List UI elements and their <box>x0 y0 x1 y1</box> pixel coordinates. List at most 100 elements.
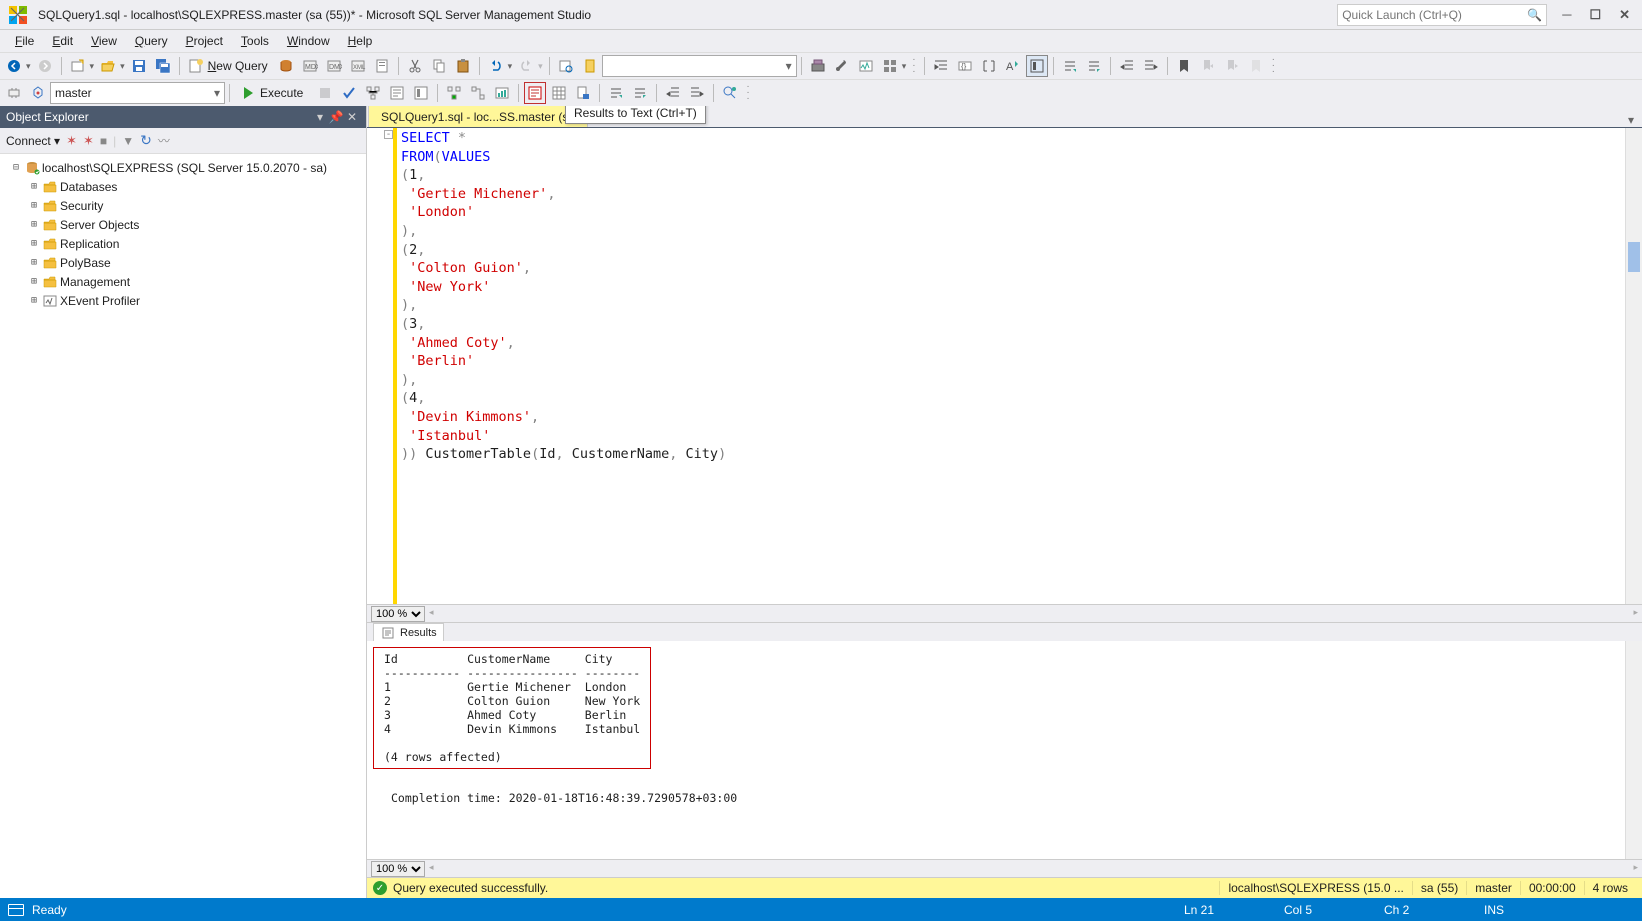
indent-button[interactable] <box>930 55 952 77</box>
tree-item-security[interactable]: ⊞Security <box>0 196 366 215</box>
new-project-button[interactable] <box>67 55 89 77</box>
clear-bookmarks-button[interactable] <box>1245 55 1267 77</box>
instance-button[interactable] <box>27 82 49 104</box>
menu-view[interactable]: View <box>82 30 126 52</box>
menu-edit[interactable]: Edit <box>43 30 82 52</box>
next-bookmark-button[interactable] <box>1221 55 1243 77</box>
copy-button[interactable] <box>428 55 450 77</box>
quick-launch-box[interactable]: 🔍 <box>1337 4 1547 26</box>
bookmark-button[interactable] <box>1173 55 1195 77</box>
surround-button[interactable] <box>978 55 1000 77</box>
decrease-indent-button[interactable] <box>1116 55 1138 77</box>
window-position-icon[interactable]: ▾ <box>312 110 328 124</box>
prev-bookmark-button[interactable] <box>1197 55 1219 77</box>
close-button[interactable]: ✕ <box>1619 7 1630 23</box>
properties-button[interactable] <box>579 55 601 77</box>
new-query-button[interactable]: New Query <box>184 55 274 77</box>
query-options-button[interactable] <box>386 82 408 104</box>
results-scrollbar[interactable] <box>1625 641 1642 859</box>
results-to-grid-button[interactable] <box>548 82 570 104</box>
save-button[interactable] <box>128 55 150 77</box>
registered-servers-button[interactable] <box>807 55 829 77</box>
uncomment-selection-button[interactable] <box>629 82 651 104</box>
tab-dropdown-icon[interactable]: ▾ <box>1620 113 1642 127</box>
horizontal-scroll-results[interactable]: ◂▸ <box>429 864 1638 874</box>
comment-selection-button[interactable] <box>605 82 627 104</box>
stop-icon[interactable]: ■ <box>100 134 107 148</box>
pulse-icon[interactable]: 〰 <box>158 132 170 149</box>
undo-button[interactable] <box>485 55 507 77</box>
menu-query[interactable]: Query <box>126 30 177 52</box>
menu-help[interactable]: Help <box>339 30 382 52</box>
menu-project[interactable]: Project <box>177 30 232 52</box>
xmla-query-button[interactable]: XML <box>347 55 369 77</box>
dropdown-icon[interactable]: ▾ <box>536 61 545 72</box>
zoom-combo[interactable]: 100 % <box>371 606 425 622</box>
decrease-indent-button-2[interactable] <box>662 82 684 104</box>
redo-button[interactable] <box>515 55 537 77</box>
tree-root[interactable]: ⊟ localhost\SQLEXPRESS (SQL Server 15.0.… <box>0 158 366 177</box>
format-button[interactable]: A <box>1002 55 1024 77</box>
dropdown-icon[interactable]: ▾ <box>118 61 127 72</box>
client-stats-button[interactable] <box>491 82 513 104</box>
expand-icon[interactable]: ⊞ <box>28 181 40 192</box>
code-snip-button[interactable]: {} <box>954 55 976 77</box>
collapse-region-icon[interactable]: - <box>384 130 393 139</box>
tree-item-xevent-profiler[interactable]: ⊞XEvent Profiler <box>0 291 366 310</box>
editor-scrollbar[interactable] <box>1625 128 1642 604</box>
pin-icon[interactable]: 📌 <box>328 110 344 124</box>
tree-item-replication[interactable]: ⊞Replication <box>0 234 366 253</box>
dropdown-icon[interactable]: ▾ <box>24 61 33 72</box>
disconnect-icon[interactable]: ✶ <box>66 133 77 149</box>
nav-back-button[interactable] <box>3 55 25 77</box>
uncomment-button[interactable] <box>1083 55 1105 77</box>
results-text-area[interactable]: Id CustomerName City ----------- -------… <box>367 641 1625 859</box>
expand-icon[interactable]: ⊞ <box>28 257 40 268</box>
refresh-icon[interactable]: ↻ <box>140 132 152 149</box>
expand-icon[interactable]: ⊞ <box>28 295 40 306</box>
parse-button[interactable] <box>338 82 360 104</box>
results-tab[interactable]: Results <box>373 623 444 641</box>
specify-values-button[interactable] <box>719 82 741 104</box>
include-plan-button[interactable] <box>443 82 465 104</box>
quick-launch-input[interactable] <box>1342 8 1527 22</box>
disconnect-all-icon[interactable]: ✶ <box>83 133 94 149</box>
connect-dropdown[interactable]: Connect ▾ <box>6 134 60 148</box>
stop-button[interactable] <box>314 82 336 104</box>
cut-button[interactable] <box>404 55 426 77</box>
analysis-query-button[interactable]: MDX <box>299 55 321 77</box>
expand-icon[interactable]: ⊞ <box>28 238 40 249</box>
dropdown-icon[interactable]: ▾ <box>88 61 97 72</box>
filter-icon[interactable]: ▼ <box>122 134 134 148</box>
menu-window[interactable]: Window <box>278 30 339 52</box>
zoom-combo-results[interactable]: 100 % <box>371 861 425 877</box>
solution-combo[interactable]: ▾ <box>602 55 797 77</box>
comment-button[interactable] <box>1059 55 1081 77</box>
dropdown-icon[interactable]: ▾ <box>506 61 515 72</box>
dmx-query-button[interactable]: DMX <box>323 55 345 77</box>
close-panel-icon[interactable]: ✕ <box>344 110 360 124</box>
increase-indent-button[interactable] <box>1140 55 1162 77</box>
tree-item-databases[interactable]: ⊞Databases <box>0 177 366 196</box>
increase-indent-button-2[interactable] <box>686 82 708 104</box>
toggle-outlining-button[interactable] <box>1026 55 1048 77</box>
intellisense-button[interactable] <box>410 82 432 104</box>
live-stats-button[interactable] <box>467 82 489 104</box>
results-to-file-button[interactable] <box>572 82 594 104</box>
expand-icon[interactable]: ⊞ <box>28 200 40 211</box>
maximize-button[interactable]: ☐ <box>1589 7 1601 23</box>
display-plan-button[interactable] <box>362 82 384 104</box>
tree-item-management[interactable]: ⊞Management <box>0 272 366 291</box>
expand-icon[interactable]: ⊞ <box>28 219 40 230</box>
execute-button[interactable]: Execute <box>235 82 312 104</box>
db-engine-query-button[interactable] <box>275 55 297 77</box>
sql-editor[interactable]: ↕ - SELECT * FROM(VALUES (1, 'Gertie Mic… <box>367 128 1642 604</box>
menu-tools[interactable]: Tools <box>232 30 278 52</box>
views-button[interactable] <box>879 55 901 77</box>
tree-item-polybase[interactable]: ⊞PolyBase <box>0 253 366 272</box>
menu-file[interactable]: File <box>6 30 43 52</box>
paste-button[interactable] <box>452 55 474 77</box>
find-button[interactable] <box>555 55 577 77</box>
horizontal-scroll[interactable]: ◂▸ <box>429 609 1638 619</box>
document-tab-active[interactable]: SQLQuery1.sql - loc...SS.master (sa <box>368 106 588 127</box>
